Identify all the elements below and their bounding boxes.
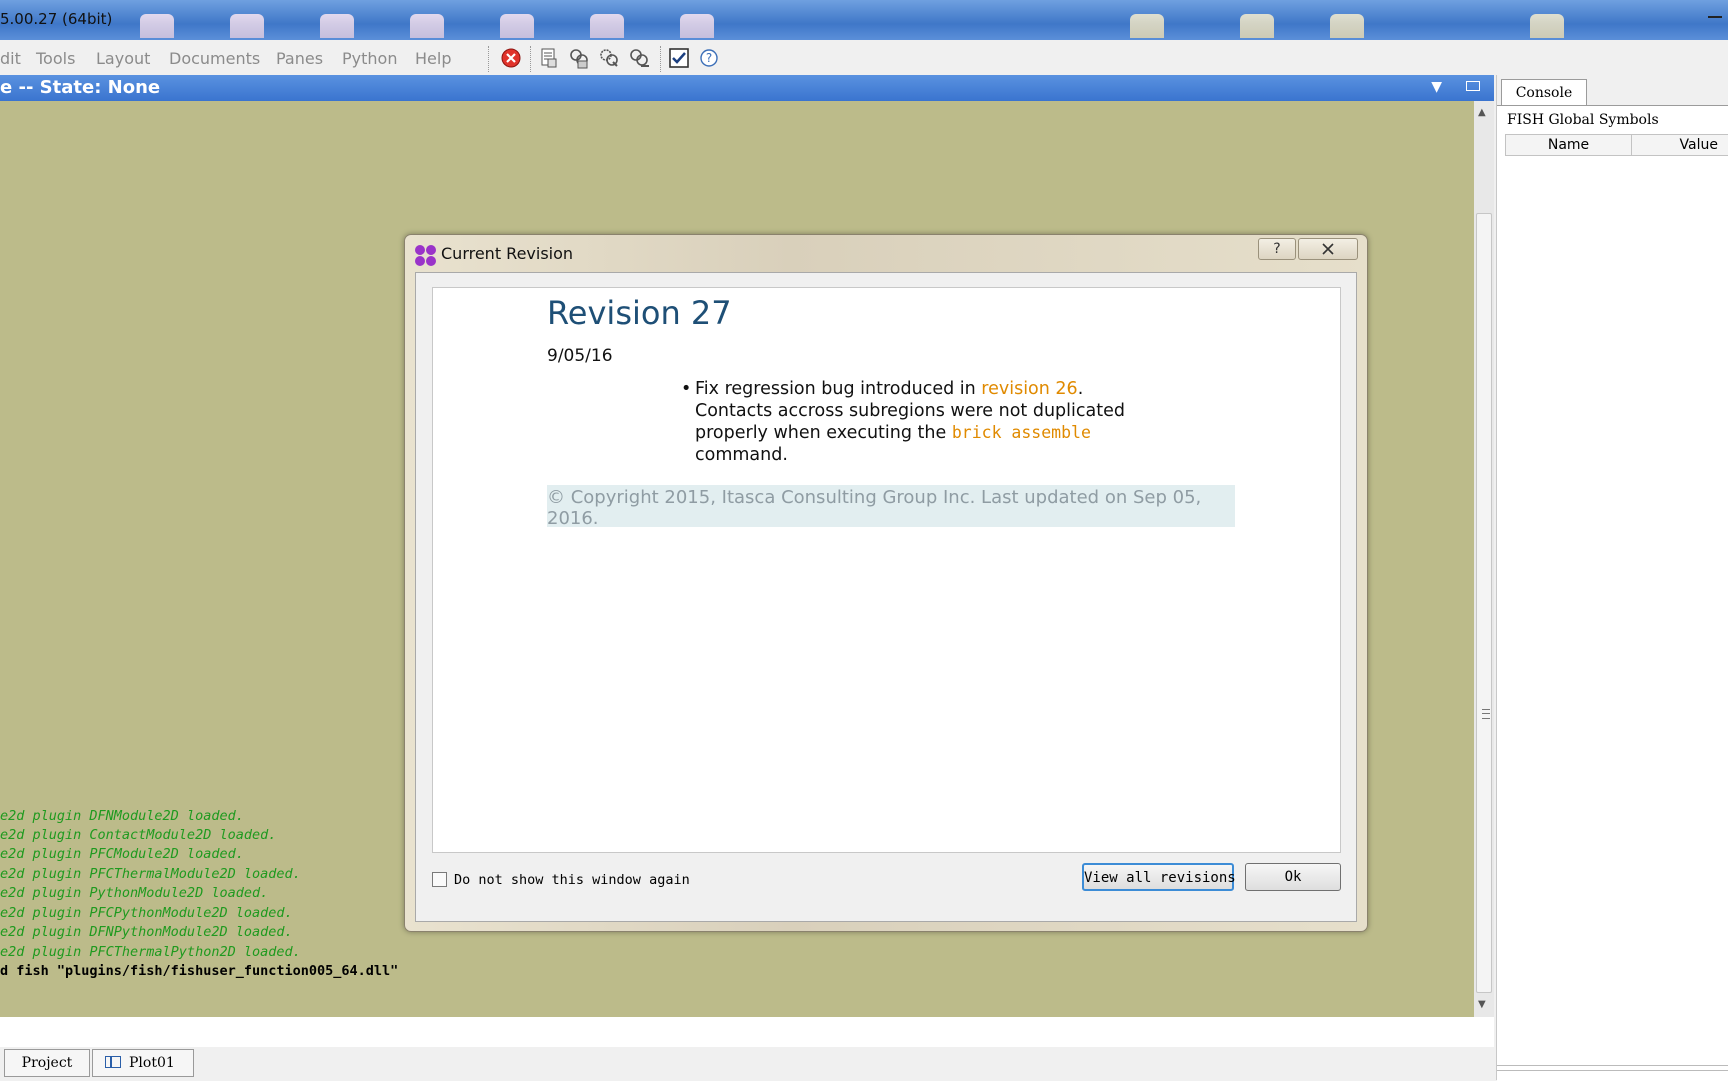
log-line: e2d plugin DFNModule2D loaded.	[0, 808, 244, 824]
taskbar-ghost-icon	[230, 14, 264, 38]
menu-layout[interactable]: Layout	[96, 49, 150, 68]
menu-toolbar: dit Tools Layout Documents Panes Python …	[0, 40, 1728, 76]
toolbar-separator	[530, 46, 532, 72]
copyright-notice: © Copyright 2015, Itasca Consulting Grou…	[547, 485, 1235, 529]
bullet-text: Fix regression bug introduced in	[695, 379, 982, 399]
fish-symbols-panel: FISH Global Symbols Name Value	[1497, 105, 1728, 1081]
menu-edit[interactable]: dit	[0, 49, 21, 68]
bottom-tab-strip: Project Plot01	[0, 1047, 1494, 1080]
dialog-close-button[interactable]	[1298, 238, 1358, 260]
toolbar-separator	[660, 46, 662, 72]
panel-divider	[1497, 1065, 1728, 1071]
taskbar-ghost-icon	[1530, 14, 1564, 38]
log-command: d fish "plugins/fish/fishuser_function00…	[0, 963, 399, 979]
taskbar-ghost-icon	[140, 14, 174, 38]
window-title: 5.00.27 (64bit)	[0, 10, 113, 28]
stop-icon[interactable]	[500, 47, 522, 69]
close-icon	[1322, 243, 1334, 255]
dialog-help-button[interactable]: ?	[1258, 238, 1296, 260]
pane-header: e -- State: None ▼	[0, 75, 1494, 101]
scroll-up-icon[interactable]: ▲	[1478, 107, 1486, 118]
minimize-icon[interactable]	[1698, 0, 1728, 28]
log-line: e2d plugin PFCThermalModule2D loaded.	[0, 866, 301, 882]
itasca-logo-icon	[415, 245, 437, 267]
taskbar-ghost-icon	[410, 14, 444, 38]
checkbox-icon[interactable]	[668, 47, 690, 69]
status-area	[0, 1017, 1494, 1047]
taskbar-ghost-icon	[590, 14, 624, 38]
right-panel: Console FISH Global Symbols Name Value	[1496, 75, 1728, 1081]
scrollbar-thumb[interactable]	[1476, 213, 1492, 993]
log-line: e2d plugin PFCThermalPython2D loaded.	[0, 944, 301, 960]
dialog-title: Current Revision	[441, 244, 574, 263]
bullet-dot: •	[681, 379, 692, 399]
current-revision-dialog: Current Revision ? Revision 27 9/05/16 •…	[404, 234, 1368, 932]
plugin-icon[interactable]	[628, 47, 650, 69]
plugin-icon[interactable]	[568, 47, 590, 69]
taskbar-ghost-icon	[680, 14, 714, 38]
fish-symbols-label: FISH Global Symbols	[1507, 112, 1659, 128]
revision-content: Revision 27 9/05/16 • Fix regression bug …	[432, 287, 1341, 853]
symbols-table-header: Name Value	[1505, 134, 1728, 156]
revision-date: 9/05/16	[547, 346, 613, 366]
bullet-text: command.	[695, 445, 788, 465]
column-value[interactable]: Value	[1632, 135, 1728, 155]
log-line: e2d plugin DFNPythonModule2D loaded.	[0, 924, 293, 940]
menu-python[interactable]: Python	[342, 49, 397, 68]
command-code: brick assemble	[951, 423, 1091, 442]
revision-26-link[interactable]: revision 26	[981, 379, 1077, 399]
menu-help[interactable]: Help	[415, 49, 451, 68]
tab-plot01[interactable]: Plot01	[92, 1049, 194, 1077]
menu-tools[interactable]: Tools	[36, 49, 75, 68]
taskbar-ghost-icon	[1130, 14, 1164, 38]
do-not-show-label[interactable]: Do not show this window again	[454, 872, 690, 888]
help-icon[interactable]: ?	[698, 47, 720, 69]
pane-title: e -- State: None	[0, 77, 161, 98]
plugin-icon[interactable]	[598, 47, 620, 69]
grip-icon	[1482, 709, 1490, 719]
scroll-down-icon[interactable]: ▼	[1478, 999, 1486, 1010]
window-title-bar: 5.00.27 (64bit)	[0, 0, 1728, 40]
taskbar-ghost-icon	[500, 14, 534, 38]
svg-text:?: ?	[706, 51, 712, 65]
log-line: e2d plugin PythonModule2D loaded.	[0, 885, 269, 901]
plot-icon	[105, 1056, 121, 1068]
log-line: e2d plugin PFCPythonModule2D loaded.	[0, 905, 293, 921]
revision-title: Revision 27	[547, 294, 732, 332]
taskbar-ghost-icon	[1240, 14, 1274, 38]
taskbar-ghost-icon	[320, 14, 354, 38]
dialog-body: Revision 27 9/05/16 • Fix regression bug …	[415, 272, 1357, 922]
maximize-icon[interactable]	[1466, 81, 1480, 91]
tab-plot01-label: Plot01	[129, 1055, 175, 1071]
view-all-revisions-button[interactable]: View all revisions	[1082, 863, 1236, 891]
document-icon[interactable]	[538, 47, 560, 69]
log-line: e2d plugin ContactModule2D loaded.	[0, 827, 277, 843]
toolbar-separator	[488, 46, 490, 72]
ok-button[interactable]: Ok	[1245, 863, 1341, 891]
tab-console[interactable]: Console	[1501, 79, 1587, 106]
dropdown-arrow-icon[interactable]: ▼	[1431, 79, 1442, 95]
column-name[interactable]: Name	[1506, 135, 1632, 155]
vertical-scrollbar[interactable]: ▲ ▼	[1474, 101, 1494, 1017]
taskbar-ghost-icon	[1330, 14, 1364, 38]
do-not-show-checkbox[interactable]	[432, 872, 447, 887]
tab-project[interactable]: Project	[4, 1049, 90, 1077]
revision-bullet: • Fix regression bug introduced in revisi…	[681, 378, 1135, 466]
log-line: e2d plugin PFCModule2D loaded.	[0, 846, 244, 862]
menu-documents[interactable]: Documents	[169, 49, 260, 68]
menu-panes[interactable]: Panes	[276, 49, 323, 68]
